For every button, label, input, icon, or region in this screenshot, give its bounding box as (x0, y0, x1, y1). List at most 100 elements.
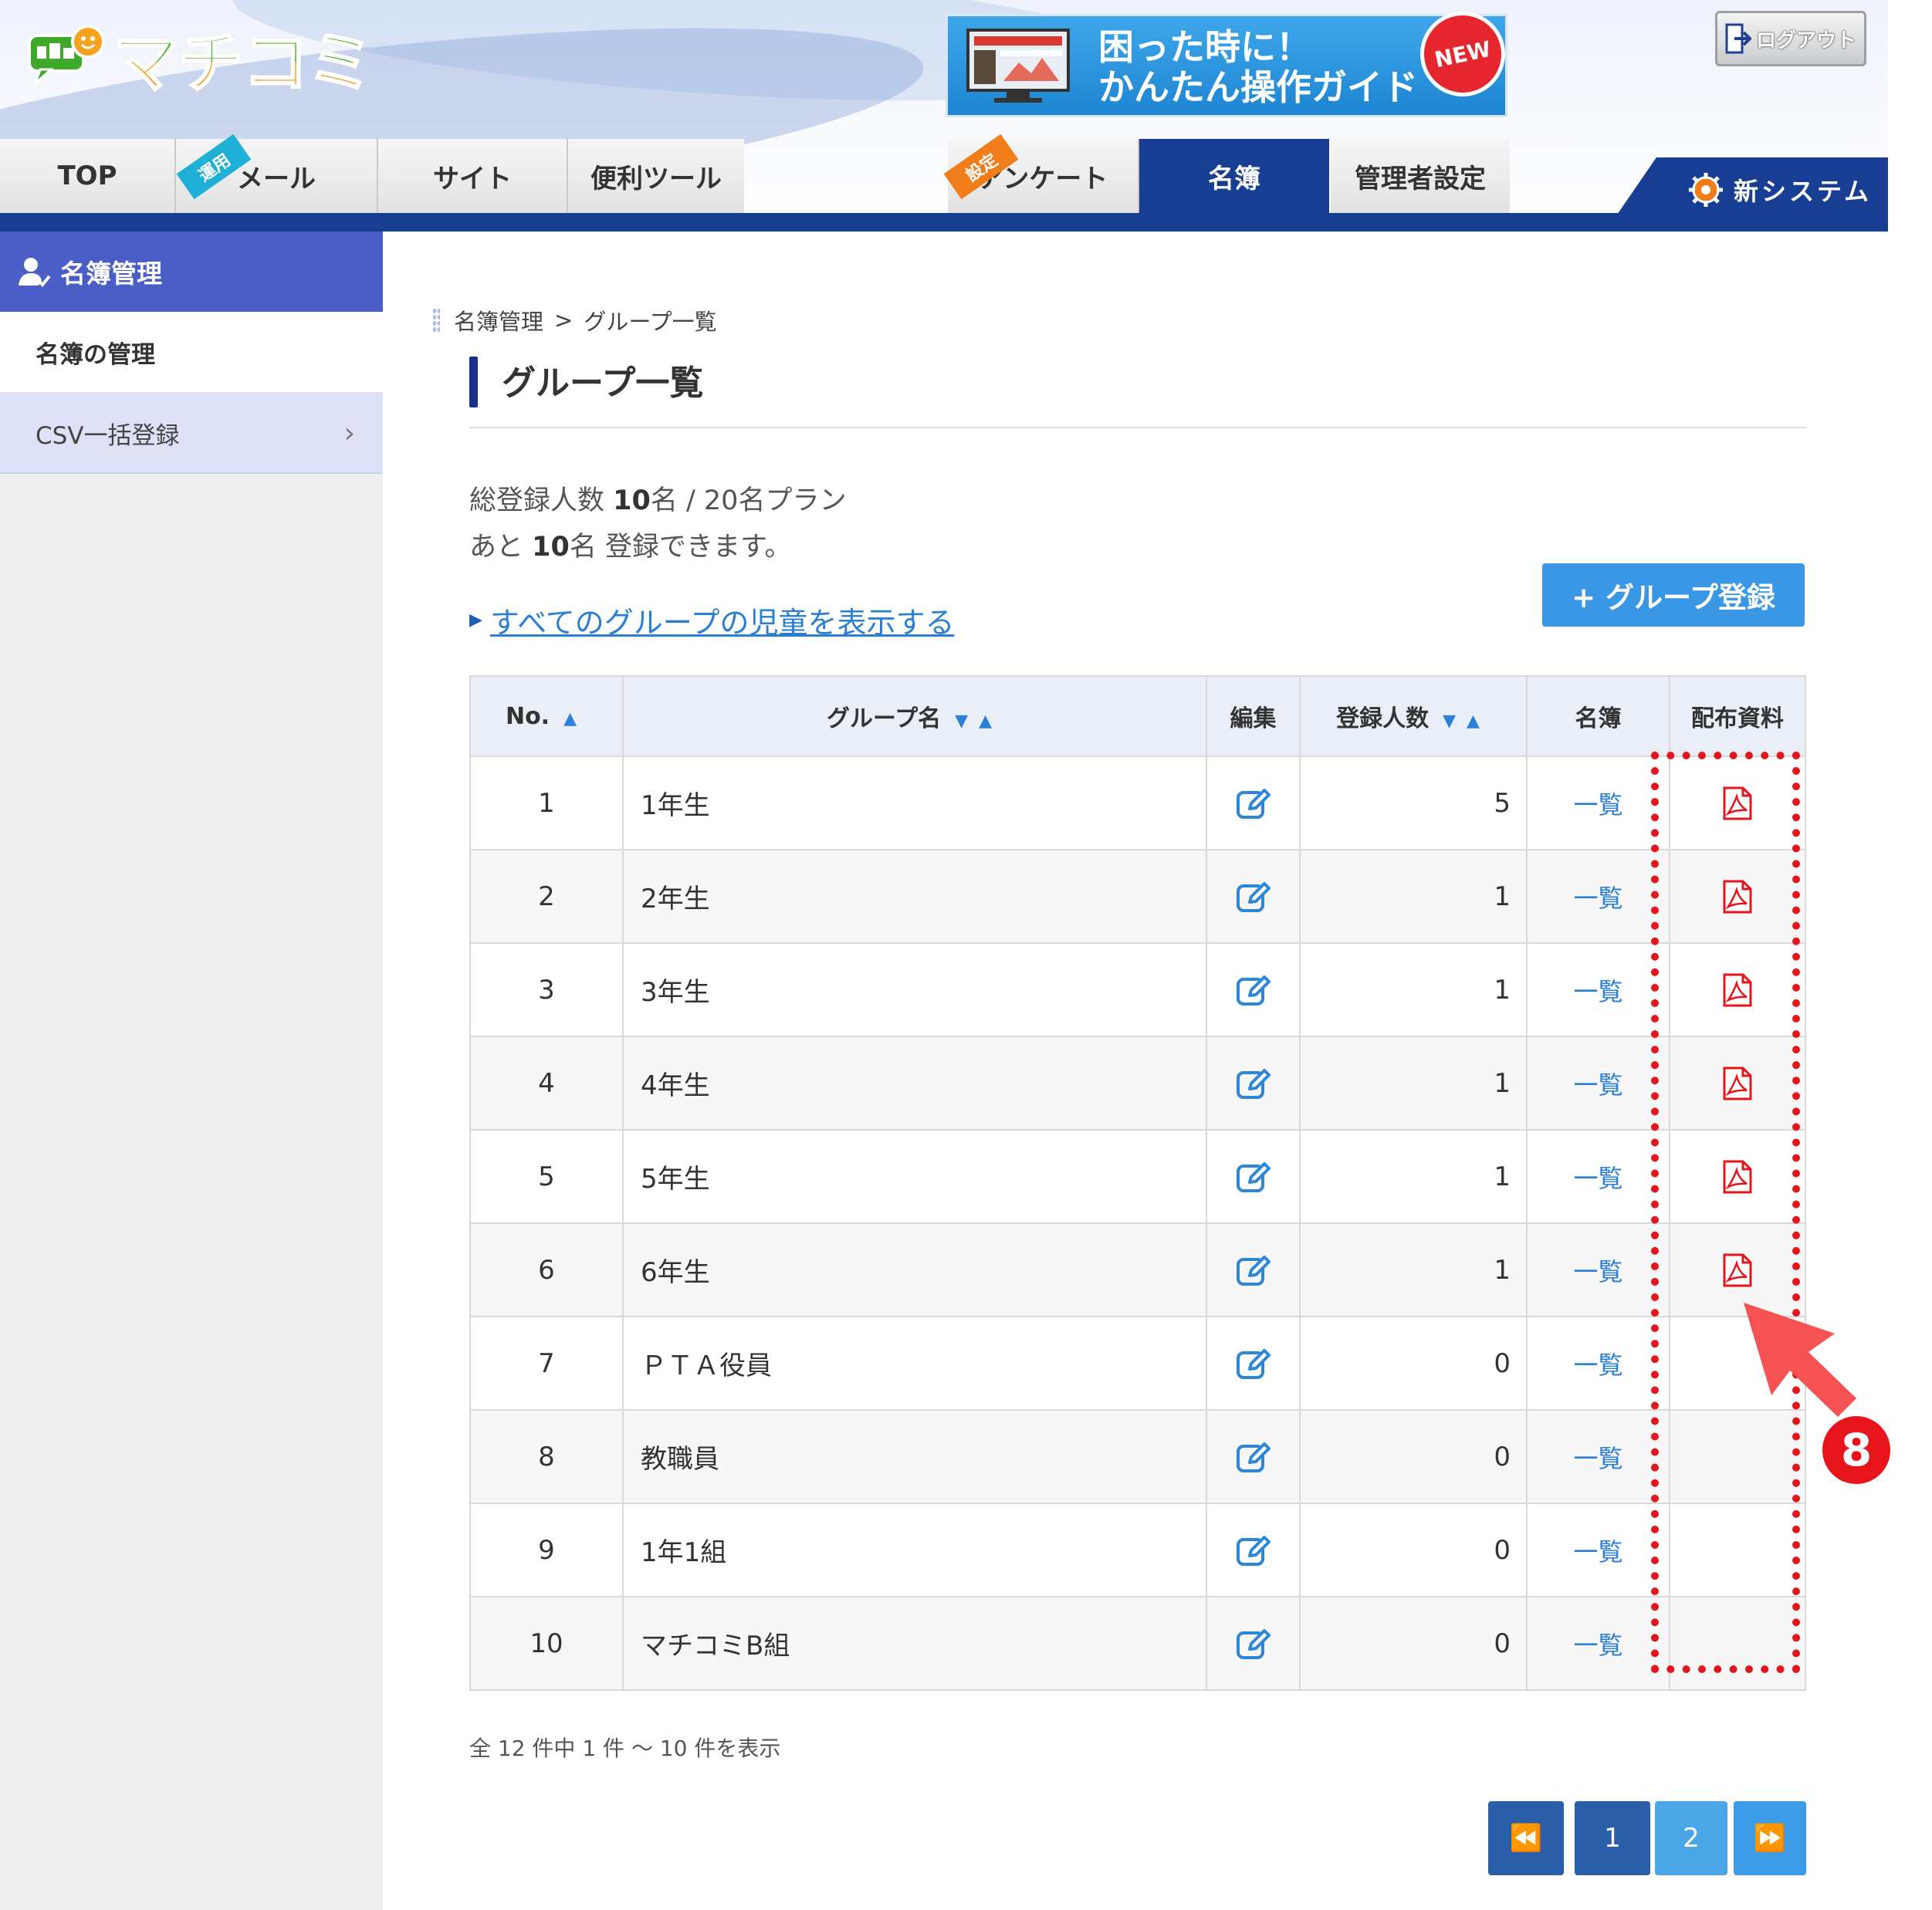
total-registered-line: 総登録人数 10名 / 20名プラン (469, 478, 846, 518)
edit-icon[interactable] (1236, 1254, 1271, 1286)
add-group-button[interactable]: + グループ登録 (1542, 563, 1805, 627)
edit-icon[interactable] (1236, 1161, 1271, 1193)
page-2-label: 2 (1683, 1823, 1700, 1854)
edit-icon[interactable] (1236, 881, 1271, 913)
sort-desc-icon[interactable]: ▼ (1443, 712, 1467, 731)
pdf-icon[interactable] (1722, 1252, 1753, 1288)
roster-list-link[interactable]: 一覧 (1573, 977, 1622, 1006)
cell-group-name: 1年生 (622, 756, 1207, 850)
cell-group-name: 6年生 (622, 1222, 1207, 1317)
roster-list-link[interactable]: 一覧 (1573, 1537, 1622, 1567)
cell-materials (1669, 849, 1806, 944)
roster-list-link[interactable]: 一覧 (1573, 1351, 1622, 1380)
table-header-row: No. ▲ グループ名 ▼▲ 編集 登録人数 ▼▲ 名簿 配布資料 (469, 675, 1806, 757)
banner-line2: かんたん操作ガイド (1098, 66, 1418, 108)
new-system-link[interactable]: 新システム (1687, 171, 1872, 208)
sort-asc-icon[interactable]: ▲ (563, 709, 587, 729)
cell-roster: 一覧 (1526, 756, 1670, 850)
table-row: 1 1年生 5 一覧 (469, 756, 1806, 850)
cell-count: 0 (1299, 1503, 1528, 1597)
tab-roster[interactable]: 名簿 (1139, 139, 1329, 213)
cell-count: 0 (1299, 1409, 1528, 1504)
cell-count: 1 (1299, 849, 1528, 944)
roster-list-link[interactable]: 一覧 (1573, 790, 1622, 820)
cell-count: 1 (1299, 1222, 1528, 1317)
show-all-children-link[interactable]: すべてのグループの児童を表示する (490, 599, 955, 641)
sidebar-item-label: CSV一括登録 (36, 421, 180, 450)
logout-icon (1725, 23, 1751, 54)
cell-group-name: 2年生 (622, 849, 1207, 944)
pdf-icon[interactable] (1722, 786, 1753, 821)
triangle-right-icon: ▶ (469, 610, 482, 630)
cell-count: 1 (1299, 942, 1528, 1037)
cell-materials (1669, 942, 1806, 1037)
breadcrumb-parent[interactable]: 名簿管理 (454, 304, 543, 336)
roster-list-link[interactable]: 一覧 (1573, 1164, 1622, 1193)
edit-icon[interactable] (1236, 1628, 1271, 1660)
sidebar-item-csv-import[interactable]: CSV一括登録 › (0, 394, 383, 474)
cell-materials (1669, 1596, 1806, 1691)
tab-tools[interactable]: 便利ツール (568, 139, 744, 213)
user-icon (19, 258, 51, 287)
table-row: 6 6年生 1 一覧 (469, 1222, 1806, 1317)
page-1-button[interactable]: 1 (1575, 1801, 1650, 1875)
edit-icon[interactable] (1236, 1347, 1271, 1380)
cell-edit (1206, 849, 1301, 944)
col-roster: 名簿 (1526, 675, 1670, 757)
edit-icon[interactable] (1236, 974, 1271, 1006)
col-count-label: 登録人数 (1336, 705, 1430, 732)
pdf-icon[interactable] (1722, 879, 1753, 914)
cell-no: 2 (469, 849, 624, 944)
cell-group-name: マチコミB組 (622, 1596, 1207, 1691)
edit-icon[interactable] (1236, 1534, 1271, 1567)
cell-group-name: 1年1組 (622, 1503, 1207, 1597)
cell-edit (1206, 1129, 1301, 1224)
cell-group-name: 5年生 (622, 1129, 1207, 1224)
tab-admin[interactable]: 管理者設定 (1331, 139, 1510, 213)
cell-materials (1669, 1503, 1806, 1597)
edit-icon[interactable] (1236, 1067, 1271, 1100)
table-row: 8 教職員 0 一覧 (469, 1409, 1806, 1504)
sort-asc-icon[interactable]: ▲ (1467, 712, 1490, 731)
table-row: 9 1年1組 0 一覧 (469, 1503, 1806, 1597)
roster-list-link[interactable]: 一覧 (1573, 1444, 1622, 1473)
cell-materials (1669, 1129, 1806, 1224)
edit-icon[interactable] (1236, 1441, 1271, 1473)
sort-desc-icon[interactable]: ▼ (955, 712, 979, 731)
logout-button[interactable]: ログアウト (1715, 11, 1866, 66)
page-title-text: グループ一覧 (502, 363, 704, 403)
table-row: 4 4年生 1 一覧 (469, 1036, 1806, 1131)
cell-edit (1206, 1503, 1301, 1597)
first-page-button[interactable]: ⏪ (1488, 1801, 1564, 1875)
last-page-button[interactable]: ⏩ (1734, 1801, 1806, 1875)
logo[interactable]: マチコミ (28, 14, 375, 103)
roster-list-link[interactable]: 一覧 (1573, 884, 1622, 913)
cell-roster: 一覧 (1526, 1222, 1670, 1317)
sort-asc-icon[interactable]: ▲ (979, 712, 1003, 731)
roster-list-link[interactable]: 一覧 (1573, 1257, 1622, 1286)
page-2-button[interactable]: 2 (1655, 1801, 1727, 1875)
cell-no: 9 (469, 1503, 624, 1597)
table-row: 10 マチコミB組 0 一覧 (469, 1596, 1806, 1691)
pdf-icon[interactable] (1722, 972, 1753, 1008)
cell-edit (1206, 1409, 1301, 1504)
col-materials-label: 配布資料 (1691, 705, 1784, 732)
banner-text: 困った時に！ かんたん操作ガイド (1098, 27, 1418, 107)
remaining-suffix: 名 登録できます。 (569, 532, 792, 563)
tab-top[interactable]: TOP (0, 139, 176, 213)
tab-top-label: TOP (57, 161, 117, 191)
tab-site[interactable]: サイト (378, 139, 568, 213)
result-count: 全 12 件中 1 件 ～ 10 件を表示 (469, 1736, 781, 1761)
edit-icon[interactable] (1236, 787, 1271, 820)
tab-admin-label: 管理者設定 (1355, 163, 1486, 194)
sidebar-item-roster-manage[interactable]: 名簿の管理 (0, 312, 383, 394)
pdf-icon[interactable] (1722, 1159, 1753, 1195)
roster-list-link[interactable]: 一覧 (1573, 1631, 1622, 1660)
col-count: 登録人数 ▼▲ (1299, 675, 1528, 757)
cell-group-name: ＰＴＡ役員 (622, 1316, 1207, 1411)
col-edit: 編集 (1206, 675, 1301, 757)
roster-list-link[interactable]: 一覧 (1573, 1070, 1622, 1100)
pdf-icon[interactable] (1722, 1066, 1753, 1101)
guide-banner[interactable]: 困った時に！ かんたん操作ガイド NEW (946, 3, 1514, 117)
cell-no: 4 (469, 1036, 624, 1131)
